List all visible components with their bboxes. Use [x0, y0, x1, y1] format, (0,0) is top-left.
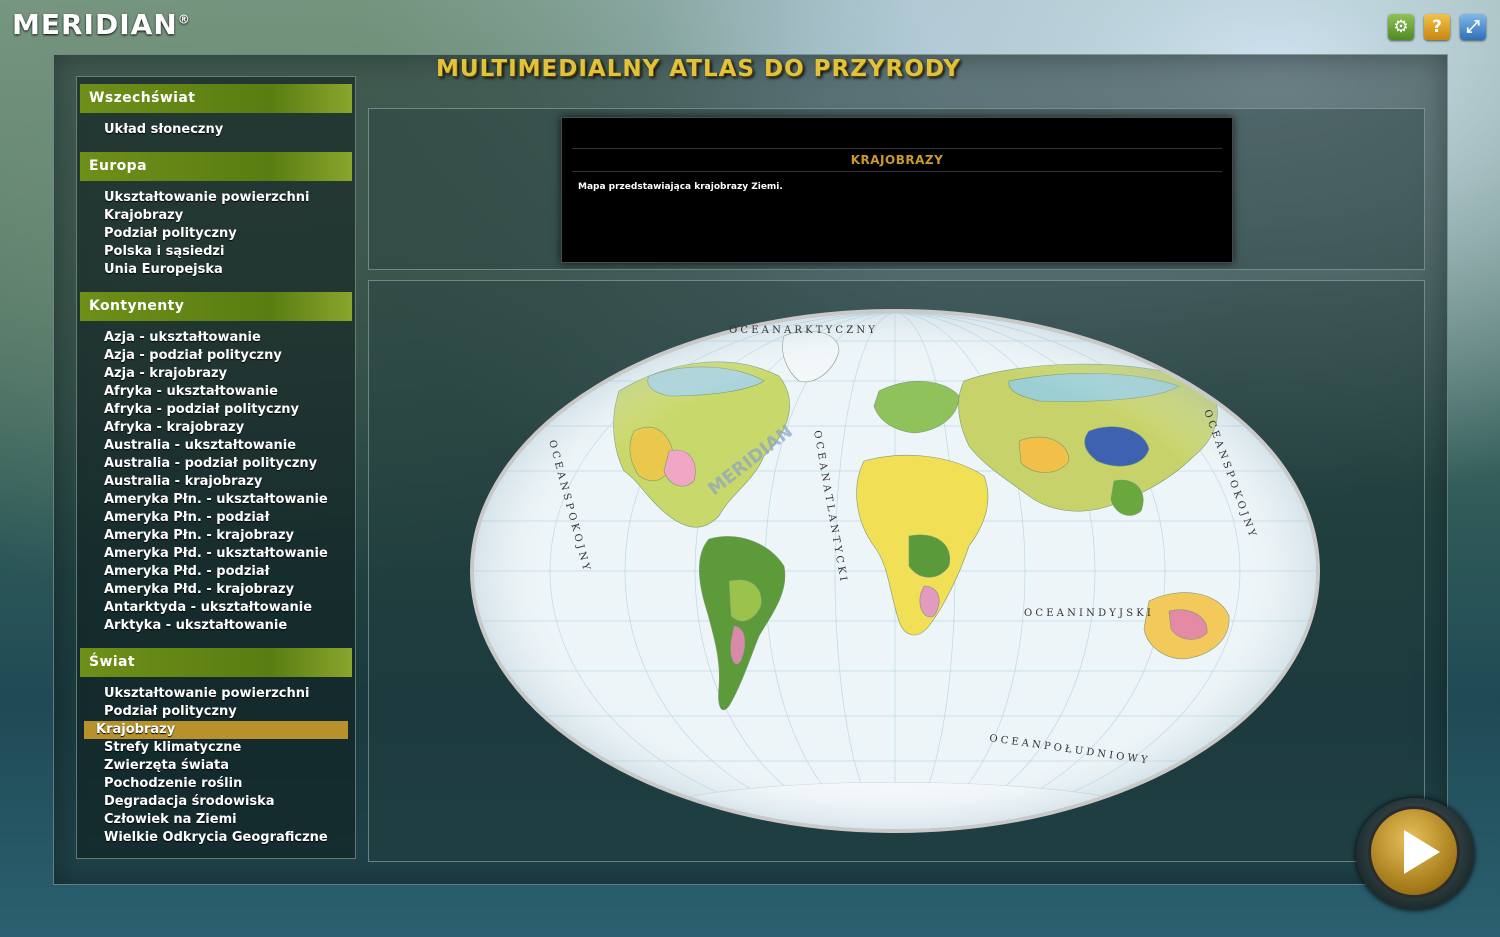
- description-panel: KRAJOBRAZY Mapa przedstawiająca krajobra…: [368, 108, 1425, 270]
- map-shading: [474, 313, 1316, 829]
- description-title: KRAJOBRAZY: [572, 148, 1222, 172]
- sidebar-item[interactable]: Australia - ukształtowanie: [84, 437, 348, 455]
- sidebar-item[interactable]: Australia - krajobrazy: [84, 473, 348, 491]
- sidebar-section-header: Świat: [80, 648, 352, 677]
- arctic-ocean-label: O C E A N A R K T Y C Z N Y: [729, 325, 875, 336]
- sidebar-item[interactable]: Australia - podział polityczny: [84, 455, 348, 473]
- meridian-logo: MERIDIAN®: [12, 8, 191, 41]
- sidebar-item[interactable]: Ameryka Płn. - podział: [84, 509, 348, 527]
- sidebar-item[interactable]: Azja - ukształtowanie: [84, 329, 348, 347]
- sidebar-item[interactable]: Pochodzenie roślin: [84, 775, 348, 793]
- sidebar-item[interactable]: Krajobrazy: [84, 207, 348, 225]
- sidebar-item-list: Ukształtowanie powierzchni Podział polity…: [77, 677, 355, 853]
- sidebar-item[interactable]: Afryka - ukształtowanie: [84, 383, 348, 401]
- sidebar-item[interactable]: Zwierzęta świata: [84, 757, 348, 775]
- app-title: MULTIMEDIALNY ATLAS DO PRZYRODY: [436, 56, 961, 82]
- sidebar-item[interactable]: Antarktyda - ukształtowanie: [84, 599, 348, 617]
- sidebar-section-header: Wszechświat: [80, 84, 352, 113]
- description-text: Mapa przedstawiająca krajobrazy Ziemi.: [578, 182, 783, 192]
- sidebar-item[interactable]: Ukształtowanie powierzchni: [84, 685, 348, 703]
- gear-icon[interactable]: ⚙: [1388, 14, 1414, 40]
- sidebar-item-list: Układ słoneczny: [77, 113, 355, 145]
- help-icon[interactable]: ?: [1424, 14, 1450, 40]
- sidebar-item[interactable]: Ameryka Płn. - krajobrazy: [84, 527, 348, 545]
- sidebar-item[interactable]: Ameryka Płd. - ukształtowanie: [84, 545, 348, 563]
- sidebar-section-header: Europa: [80, 152, 352, 181]
- sidebar-item[interactable]: Degradacja środowiska: [84, 793, 348, 811]
- sidebar-item[interactable]: Afryka - krajobrazy: [84, 419, 348, 437]
- sidebar-item[interactable]: Azja - krajobrazy: [84, 365, 348, 383]
- sidebar-item[interactable]: Ameryka Płd. - podział: [84, 563, 348, 581]
- world-map[interactable]: O C E A N A R K T Y C Z N Y O C E A N S …: [369, 281, 1424, 861]
- sidebar-item[interactable]: Ameryka Płn. - ukształtowanie: [84, 491, 348, 509]
- sidebar-item[interactable]: Ameryka Płd. - krajobrazy: [84, 581, 348, 599]
- sidebar-item[interactable]: Arktyka - ukształtowanie: [84, 617, 348, 635]
- sidebar-item-list: Azja - ukształtowanie Azja - podział poli…: [77, 321, 355, 641]
- sidebar-item[interactable]: Unia Europejska: [84, 261, 348, 279]
- topic-sidebar: Wszechświat Układ słoneczny Europa Ukształt…: [76, 76, 356, 859]
- sidebar-item[interactable]: Podział polityczny: [84, 225, 348, 243]
- sidebar-item[interactable]: Podział polityczny: [84, 703, 348, 721]
- window-controls: ⚙ ? ⤢: [1388, 14, 1486, 40]
- play-button[interactable]: [1356, 798, 1474, 910]
- sidebar-item[interactable]: Azja - podział polityczny: [84, 347, 348, 365]
- sidebar-item[interactable]: Człowiek na Ziemi: [84, 811, 348, 829]
- sidebar-item[interactable]: Afryka - podział polityczny: [84, 401, 348, 419]
- indian-ocean-label: O C E A N I N D Y J S K I: [1024, 608, 1151, 619]
- sidebar-item[interactable]: Wielkie Odkrycia Geograficzne: [84, 829, 348, 847]
- sidebar-item[interactable]: Polska i sąsiedzi: [84, 243, 348, 261]
- play-button-face: [1368, 806, 1460, 898]
- play-icon: [1404, 830, 1440, 874]
- sidebar-section-header: Kontynenty: [80, 292, 352, 321]
- map-panel: O C E A N A R K T Y C Z N Y O C E A N S …: [368, 280, 1425, 862]
- sidebar-item-list: Ukształtowanie powierzchni Krajobrazy Podz…: [77, 181, 355, 285]
- sidebar-item[interactable]: Układ słoneczny: [84, 121, 348, 139]
- sidebar-item[interactable]: Strefy klimatyczne: [84, 739, 348, 757]
- sidebar-item[interactable]: Ukształtowanie powierzchni: [84, 189, 348, 207]
- fullscreen-icon[interactable]: ⤢: [1460, 14, 1486, 40]
- sidebar-item[interactable]: Krajobrazy: [84, 721, 348, 739]
- description-box: KRAJOBRAZY Mapa przedstawiająca krajobra…: [561, 117, 1233, 263]
